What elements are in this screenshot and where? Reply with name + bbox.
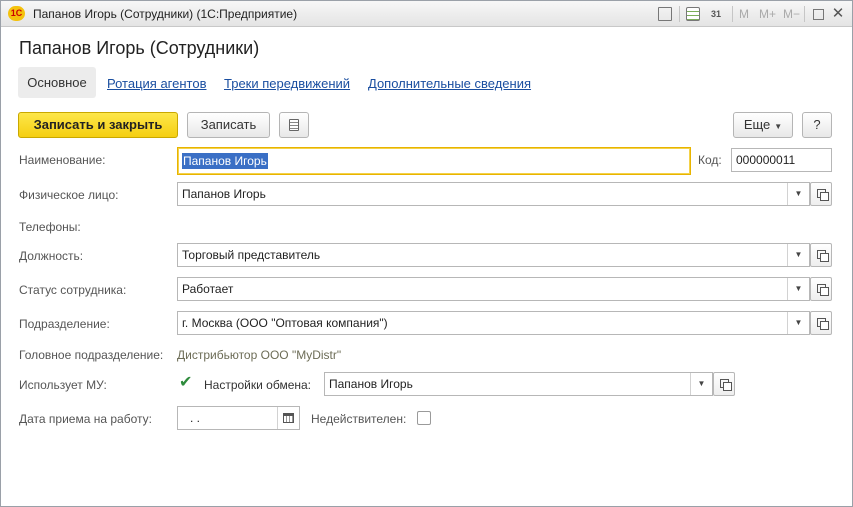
open-window-icon [816, 189, 829, 202]
form-window: 1С Папанов Игорь (Сотрудники) (1С:Предпр… [0, 0, 853, 507]
open-window-icon [816, 284, 829, 297]
open-window-icon [719, 379, 732, 392]
position-value: Торговый представитель [182, 248, 321, 262]
save-and-close-button[interactable]: Записать и закрыть [18, 112, 178, 138]
tab-agent-rotation[interactable]: Ротация агентов [107, 76, 206, 91]
department-label: Подразделение: [19, 317, 110, 331]
window-title: Папанов Игорь (Сотрудники) (1С:Предприят… [33, 7, 298, 21]
exchange-settings-value: Папанов Игорь [329, 377, 413, 391]
chevron-down-icon[interactable]: ▼ [787, 244, 809, 266]
close-icon[interactable]: ✕ [829, 5, 847, 23]
more-label: Еще [743, 117, 771, 132]
spreadsheet-icon[interactable] [684, 5, 702, 23]
chevron-down-icon: ▼ [774, 122, 783, 131]
open-window-icon [816, 250, 829, 263]
memory-m-button[interactable]: M [739, 7, 749, 21]
position-select[interactable]: Торговый представитель ▼ [177, 243, 810, 267]
chevron-down-icon[interactable]: ▼ [690, 373, 712, 395]
exchange-settings-select[interactable]: Папанов Игорь ▼ [324, 372, 713, 396]
department-select[interactable]: г. Москва (ООО "Оптовая компания") ▼ [177, 311, 810, 335]
invalid-checkbox[interactable] [417, 411, 431, 425]
print-icon[interactable] [656, 5, 674, 23]
report-list-icon [289, 118, 299, 131]
status-open-button[interactable] [810, 277, 832, 301]
tab-movement-tracks[interactable]: Треки передвижений [224, 76, 350, 91]
name-input[interactable]: Папанов Игорь [177, 147, 691, 175]
toolbar-divider [804, 6, 805, 22]
position-open-button[interactable] [810, 243, 832, 267]
memory-mminus-button[interactable]: M− [783, 7, 800, 21]
app-logo-icon[interactable]: 1С [8, 6, 25, 21]
save-button[interactable]: Записать [187, 112, 270, 138]
department-value: г. Москва (ООО "Оптовая компания") [182, 316, 388, 330]
chevron-down-icon[interactable]: ▼ [787, 278, 809, 300]
person-open-button[interactable] [810, 182, 832, 206]
person-select[interactable]: Папанов Игорь ▼ [177, 182, 810, 206]
help-button[interactable]: ? [802, 112, 832, 138]
status-label: Статус сотрудника: [19, 283, 127, 297]
chevron-down-icon[interactable]: ▼ [787, 312, 809, 334]
more-button[interactable]: Еще ▼ [733, 112, 793, 138]
maximize-icon[interactable] [809, 5, 827, 23]
name-label: Наименование: [19, 153, 106, 167]
tab-additional-info[interactable]: Дополнительные сведения [368, 76, 531, 91]
calendar-icon[interactable] [277, 407, 299, 429]
department-open-button[interactable] [810, 311, 832, 335]
open-window-icon [816, 318, 829, 331]
exchange-settings-open-button[interactable] [713, 372, 735, 396]
code-label: Код: [698, 153, 722, 167]
invalid-label: Недействителен: [311, 412, 407, 426]
head-department-value: Дистрибьютор ООО "MyDistr" [177, 348, 342, 362]
page-title: Папанов Игорь (Сотрудники) [19, 38, 260, 58]
hire-date-value: . . [190, 411, 201, 425]
exchange-settings-label: Настройки обмена: [204, 378, 312, 392]
report-menu-button[interactable] [279, 112, 309, 138]
chevron-down-icon[interactable]: ▼ [787, 183, 809, 205]
uses-mu-checkbox[interactable]: ✔ [179, 375, 192, 391]
status-select[interactable]: Работает ▼ [177, 277, 810, 301]
head-department-label: Головное подразделение: [19, 348, 164, 362]
code-input[interactable]: 000000011 [731, 148, 832, 172]
hire-date-label: Дата приема на работу: [19, 412, 152, 426]
tab-main[interactable]: Основное [18, 67, 96, 98]
person-label: Физическое лицо: [19, 188, 119, 202]
status-value: Работает [182, 282, 234, 296]
position-label: Должность: [19, 249, 84, 263]
calendar-icon[interactable]: 31 [707, 5, 725, 23]
hire-date-input[interactable]: . . [177, 406, 300, 430]
title-bar: 1С Папанов Игорь (Сотрудники) (1С:Предпр… [1, 1, 852, 27]
person-value: Папанов Игорь [182, 187, 266, 201]
memory-mplus-button[interactable]: M+ [759, 7, 776, 21]
phones-label: Телефоны: [19, 220, 81, 234]
uses-mu-label: Использует МУ: [19, 378, 107, 392]
toolbar-divider [679, 6, 680, 22]
toolbar-divider [732, 6, 733, 22]
name-value: Папанов Игорь [182, 153, 268, 169]
